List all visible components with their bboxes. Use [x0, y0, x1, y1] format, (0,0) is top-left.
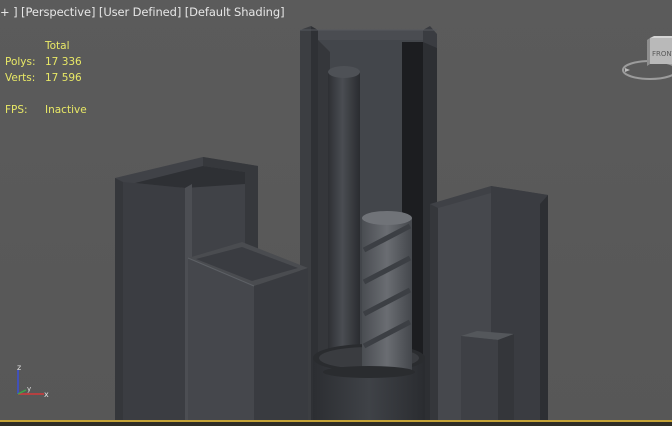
viewport-bottom-border	[0, 420, 672, 426]
viewcube-face-label: FRONT	[652, 50, 672, 58]
viewport-view-menu[interactable]: Perspective	[25, 5, 91, 19]
stats-verts-value: 17 596	[45, 72, 82, 84]
stats-total-header: Total	[45, 40, 70, 52]
bracket-3: ] [	[176, 5, 190, 19]
bracket-2: ] [	[90, 5, 104, 19]
small-tube	[461, 331, 514, 420]
bracket-4: ]	[280, 5, 285, 19]
scene-geometry[interactable]	[0, 0, 672, 426]
viewport-shading-menu[interactable]: Default Shading	[189, 5, 280, 19]
axis-y-label: y	[27, 385, 31, 393]
perspective-viewport[interactable]: + ] [Perspective] [User Defined] [Defaul…	[0, 0, 672, 426]
stats-polys-value: 17 336	[45, 56, 82, 68]
viewport-general-menu[interactable]: +	[0, 5, 10, 19]
stats-fps-label: FPS:	[5, 104, 28, 116]
axis-tripod-icon: z y x	[10, 362, 54, 402]
stats-fps-value: Inactive	[45, 104, 87, 116]
stats-verts-label: Verts:	[5, 72, 36, 84]
axis-z-label: z	[17, 363, 21, 372]
stats-polys-label: Polys:	[5, 56, 36, 68]
active-viewport-border-line	[0, 420, 672, 422]
axis-x-label: x	[44, 390, 49, 399]
bracket-1: ] [	[13, 5, 26, 19]
viewport-label-menu[interactable]: + ] [Perspective] [User Defined] [Defaul…	[0, 5, 285, 21]
viewport-shading-mode-menu[interactable]: User Defined	[103, 5, 177, 19]
round-rod	[328, 66, 360, 372]
square-tube	[187, 242, 308, 420]
viewcube-icon[interactable]: FRONT	[620, 34, 672, 90]
